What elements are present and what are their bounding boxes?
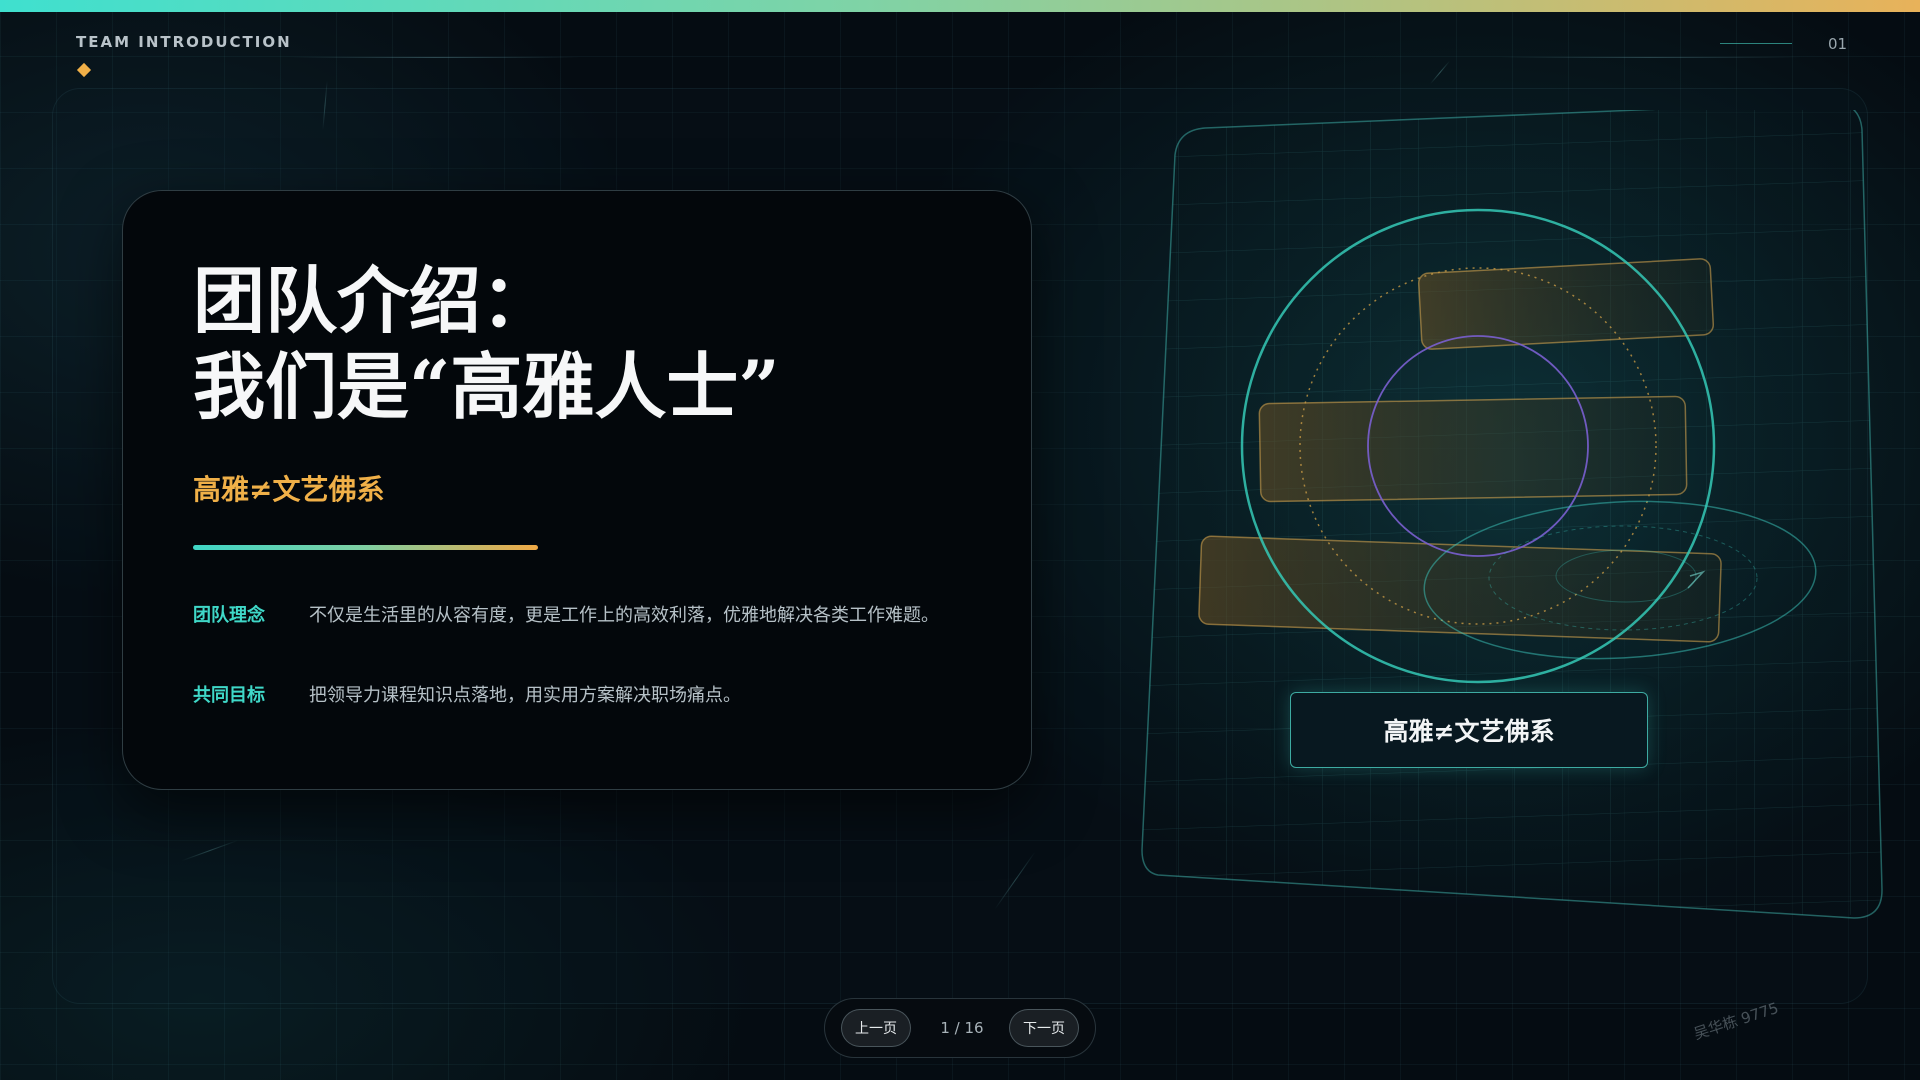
next-page-button[interactable]: 下一页 — [1009, 1009, 1079, 1047]
decorative-visual — [1130, 110, 1890, 940]
info-row-philosophy: 团队理念 不仅是生活里的从容有度，更是工作上的高效利落，优雅地解决各类工作难题。 — [193, 602, 953, 630]
header-divider-right — [1500, 57, 1800, 58]
visual-caption-badge: 高雅≠文艺佛系 — [1290, 692, 1648, 768]
info-row-goal: 共同目标 把领导力课程知识点落地，用实用方案解决职场痛点。 — [193, 682, 953, 710]
prev-page-button[interactable]: 上一页 — [841, 1009, 911, 1047]
pagination-control: 上一页 1 / 16 下一页 — [824, 998, 1096, 1058]
section-label: TEAM INTRODUCTION — [76, 33, 292, 51]
page-title: 团队介绍： 我们是“高雅人士” — [193, 258, 1013, 430]
title-line-2: 我们是“高雅人士” — [193, 344, 780, 429]
gold-bar — [1417, 258, 1715, 350]
slide-stage: TEAM INTRODUCTION 01 团队介绍： 我们是“高雅人士” 高雅≠… — [0, 0, 1920, 1080]
gold-bar — [1198, 535, 1722, 643]
gold-bar — [1258, 395, 1688, 503]
page-index: 01 — [1828, 35, 1848, 53]
gradient-divider — [193, 545, 538, 550]
info-label: 团队理念 — [193, 605, 265, 626]
header-divider-left — [290, 57, 580, 58]
top-gradient-bar — [0, 0, 1920, 12]
header-accent-line — [1720, 43, 1792, 44]
hologram-illustration — [1141, 110, 1883, 919]
subtitle: 高雅≠文艺佛系 — [193, 473, 385, 506]
info-text: 不仅是生活里的从容有度，更是工作上的高效利落，优雅地解决各类工作难题。 — [309, 605, 939, 626]
title-line-1: 团队介绍： — [193, 258, 554, 343]
page-counter: 1 / 16 — [940, 1019, 984, 1037]
info-text: 把领导力课程知识点落地，用实用方案解决职场痛点。 — [309, 685, 741, 706]
info-label: 共同目标 — [193, 685, 265, 706]
